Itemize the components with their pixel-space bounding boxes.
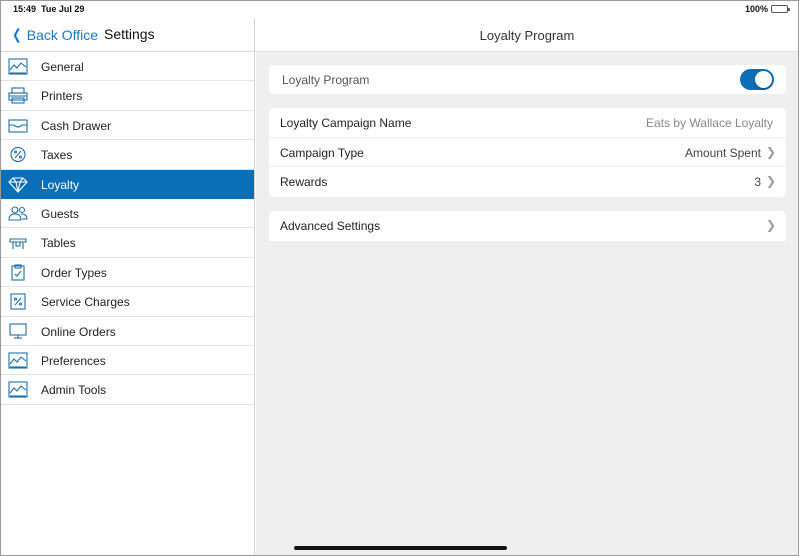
sidebar-item-loyalty[interactable]: Loyalty [1,169,254,199]
cash-drawer-icon [8,119,28,133]
campaign-type-row[interactable]: Campaign Type Amount Spent ❯ [269,138,786,167]
sidebar-item-service-charges[interactable]: Service Charges [1,287,254,317]
row-label: Loyalty Campaign Name [280,116,412,130]
advanced-settings-row[interactable]: Advanced Settings ❯ [269,211,786,241]
rewards-row[interactable]: Rewards 3 ❯ [269,167,786,197]
table-icon [9,238,27,250]
sidebar-title: Settings [104,26,155,42]
back-office-label: Back Office [26,26,99,43]
chart-icon [8,352,28,369]
diamond-icon [8,177,28,193]
sidebar-item-label: General [41,60,84,74]
page-title: Loyalty Program [256,18,798,52]
sidebar-item-tables[interactable]: Tables [1,228,254,258]
loyalty-toggle-card: Loyalty Program [269,65,786,94]
home-indicator[interactable] [294,546,507,550]
sidebar-item-label: Preferences [41,353,106,368]
sidebar-item-label: Order Types [41,265,107,280]
row-value: Eats by Wallace Loyalty [646,116,773,130]
row-label: Rewards [280,175,328,189]
app-window: 15:49 Tue Jul 29 100% ❮ Back Office Sett… [0,0,799,556]
guests-icon [8,206,28,221]
sidebar-item-guests[interactable]: Guests [1,199,254,229]
sidebar-item-taxes[interactable]: Taxes [1,140,254,170]
advanced-settings-card: Advanced Settings ❯ [269,211,786,241]
loyalty-program-toggle[interactable] [740,69,774,90]
sidebar-item-label: Online Orders [41,324,116,339]
status-time: 15:49 [13,4,37,14]
row-value: Amount Spent [684,145,761,160]
sidebar-item-label: Taxes [41,148,73,163]
loyalty-program-panel: Loyalty Program Loyalty Program Loyalty … [256,18,798,555]
sidebar-item-label: Cash Drawer [41,118,112,133]
toggle-knob [755,71,772,88]
printer-icon [8,87,28,104]
row-label: Campaign Type [280,145,364,160]
monitor-icon [9,322,27,339]
row-value: 3 [754,175,761,189]
status-bar: 15:49 Tue Jul 29 100% [1,1,798,18]
loyalty-toggle-label: Loyalty Program [282,73,370,87]
campaign-name-row[interactable]: Loyalty Campaign Name Eats by Wallace Lo… [269,108,786,138]
sidebar-item-admin-tools[interactable]: Admin Tools [1,375,254,405]
clipboard-icon [11,264,25,281]
settings-nav: General Printers Cash Drawer Taxes Loyal… [1,52,254,405]
chevron-right-icon: ❯ [765,174,776,188]
sidebar-item-general[interactable]: General [1,52,254,82]
sidebar-header: ❮ Back Office Settings [1,18,254,52]
sidebar-item-order-types[interactable]: Order Types [1,258,254,288]
percent-badge-icon [10,147,26,163]
row-label: Advanced Settings [280,219,381,233]
chevron-right-icon: ❯ [765,144,776,159]
status-date: Tue Jul 29 [41,4,85,14]
sidebar-item-label: Loyalty [41,177,80,192]
sidebar-item-label: Tables [41,236,76,251]
chevron-left-icon: ❮ [12,26,22,42]
battery-icon [771,5,790,13]
sidebar-item-label: Printers [41,89,83,104]
sidebar-item-label: Admin Tools [41,383,107,398]
settings-sidebar: ❮ Back Office Settings General Printers … [1,18,255,555]
sidebar-item-label: Guests [41,206,80,221]
chart-icon [8,58,28,75]
sidebar-item-label: Service Charges [41,295,130,310]
sidebar-item-online-orders[interactable]: Online Orders [1,317,254,346]
chevron-right-icon: ❯ [765,218,776,232]
sidebar-item-cash-drawer[interactable]: Cash Drawer [1,111,254,141]
battery-percentage: 100% [744,4,768,14]
sidebar-item-printers[interactable]: Printers [1,81,254,111]
campaign-settings-card: Loyalty Campaign Name Eats by Wallace Lo… [269,108,786,197]
percent-doc-icon [10,293,26,310]
back-office-button[interactable]: ❮ Back Office [11,26,98,43]
chart-icon [8,381,28,398]
sidebar-item-preferences[interactable]: Preferences [1,346,254,376]
